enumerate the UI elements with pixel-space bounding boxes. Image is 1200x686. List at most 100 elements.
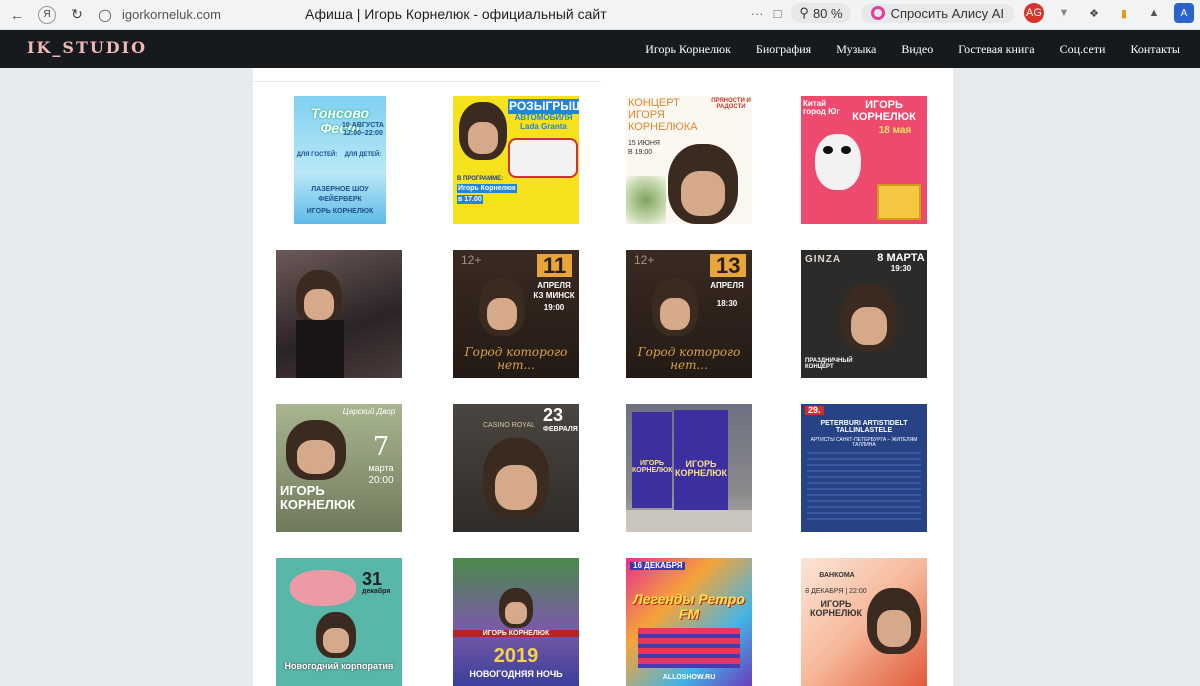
- back-icon[interactable]: ←: [6, 4, 28, 26]
- ground: [626, 510, 752, 532]
- poster-peterburi-tallinn[interactable]: 29. PETERBURI ARTISTIDELT TALLINLASTELE …: [801, 404, 927, 532]
- nav-item-contacts[interactable]: Контакты: [1130, 42, 1180, 57]
- poster-text: в 17.00: [457, 195, 483, 205]
- poster-text: 19:30: [890, 264, 912, 273]
- poster-text: КОРНЕЛЮКА: [628, 121, 698, 133]
- poster-text: 15 ИЮНЯ: [628, 140, 660, 147]
- poster-text: ФЕВРАЛЯ: [543, 426, 578, 433]
- poster-text: ИГОРЬ КОРНЕЛЮК: [852, 99, 916, 123]
- poster-text: ИГОРЬ КОРНЕЛЮК: [306, 208, 374, 215]
- poster-text: В ПРОГРАММЕ:: [457, 176, 504, 182]
- car-image: [508, 138, 578, 178]
- poster-text: 16 ДЕКАБРЯ: [630, 561, 686, 571]
- adguard-icon[interactable]: AG: [1024, 3, 1044, 23]
- nav-item-music[interactable]: Музыка: [836, 42, 876, 57]
- poster-gallery: Тонсово Фест 10 АВГУСТА 12:00–22:00 ДЛЯ …: [253, 68, 953, 686]
- poster-text: Город которого нет...: [637, 345, 741, 372]
- alice-button[interactable]: Спросить Алису AI: [860, 3, 1014, 23]
- portrait: [316, 612, 356, 658]
- zoom-control[interactable]: ⚲ 80 %: [791, 3, 851, 23]
- poster-text: 11: [537, 254, 573, 277]
- poster-text: 8 ДЕКАБРЯ | 22:00: [805, 588, 867, 595]
- poster-street-banner[interactable]: ИГОРЬ КОРНЕЛЮК ИГОРЬ КОРНЕЛЮК: [626, 404, 752, 532]
- poster-koncert-15-iyunya[interactable]: КОНЦЕРТ ИГОРЯ КОРНЕЛЮКА 15 ИЮНЯ В 19:00 …: [626, 96, 752, 224]
- poster-text: НОВОГОДНЯЯ НОЧЬ: [469, 669, 563, 679]
- nav-item-video[interactable]: Видео: [901, 42, 933, 57]
- poster-text: 12:00–22:00: [343, 130, 383, 137]
- poster-text: Игорь Корнелюк: [457, 184, 517, 194]
- poster-text: ВАНКОМА: [819, 572, 855, 579]
- portrait: [652, 278, 698, 336]
- translate-icon[interactable]: A: [1174, 3, 1194, 23]
- nav-item-guestbook[interactable]: Гостевая книга: [958, 42, 1034, 57]
- poster-tonsovo-fest[interactable]: Тонсово Фест 10 АВГУСТА 12:00–22:00 ДЛЯ …: [294, 96, 386, 224]
- reload-icon[interactable]: ↻: [66, 4, 88, 26]
- panda-eye: [841, 146, 851, 154]
- site-logo[interactable]: IK_STUDIO: [27, 38, 147, 57]
- poster-text: Китай город Юг: [803, 99, 840, 117]
- nav-item-biography[interactable]: Биография: [756, 42, 811, 57]
- more-icon[interactable]: ···: [751, 6, 764, 21]
- puzzle-icon[interactable]: ❖: [1084, 3, 1104, 23]
- poster-13-aprelya[interactable]: 12+ 13 АПРЕЛЯ 18:30 Город которого нет..…: [626, 250, 752, 378]
- poster-text: Новогодний корпоратив: [284, 661, 394, 671]
- poster-kitay-gorod-yug[interactable]: Китай город Юг ИГОРЬ КОРНЕЛЮК 18 мая: [801, 96, 927, 224]
- poster-text: 12+: [634, 253, 655, 267]
- poster-legendy-retro-fm[interactable]: 16 ДЕКАБРЯ Легенды Ретро FM ALLOSHOW.RU: [626, 558, 752, 686]
- poster-text: ИГОРЬ КОРНЕЛЮК: [809, 599, 863, 619]
- poster-text: ALLOSHOW.RU: [662, 674, 716, 681]
- poster-text: АРТИСТЫ САНКТ-ПЕТЕРБУРГА – ЖИТЕЛЯМ ТАЛЛИ…: [810, 437, 918, 449]
- browser-tools: ··· □ ⚲ 80 % Спросить Алису AI AG ▼ ❖ ▮ …: [751, 3, 1194, 23]
- pig-image: [290, 570, 356, 606]
- alice-icon: [870, 6, 885, 20]
- portrait: [459, 102, 507, 160]
- poster-text: GINZA: [805, 254, 842, 265]
- poster-text: 13: [710, 254, 747, 277]
- poster-text: 18:30: [716, 299, 738, 308]
- poster-text: ПРАЗДНИЧНЫЙ КОНЦЕРТ: [805, 358, 853, 371]
- poster-text: В 19:00: [628, 149, 653, 156]
- main-nav: Игорь Корнелюк Биография Музыка Видео Го…: [645, 30, 1180, 68]
- portrait: [479, 278, 525, 336]
- portrait: [286, 420, 346, 480]
- poster-text: 12+: [461, 253, 482, 267]
- poster-novogodnyaya-noch-2019[interactable]: ИГОРЬ КОРНЕЛЮК 2019 НОВОГОДНЯЯ НОЧЬ: [453, 558, 579, 686]
- poster-text: 2019: [493, 645, 539, 667]
- poster-text: КЗ МИНСК: [533, 291, 575, 300]
- poster-text: ДЛЯ ДЕТЕЙ:: [344, 152, 382, 158]
- yandex-icon[interactable]: Я: [38, 5, 56, 24]
- zoom-icon: ⚲: [799, 5, 809, 20]
- poster-casino-royal[interactable]: CASINO ROYAL 23 ФЕВРАЛЯ: [453, 404, 579, 532]
- address-bar[interactable]: igorkorneluk.com: [122, 7, 221, 22]
- poster-text: ЛАЗЕРНОЕ ШОУ: [311, 186, 369, 193]
- shirt-icon[interactable]: ▲: [1144, 3, 1164, 23]
- poster-novogodniy-korporativ[interactable]: 31 декабря Новогодний корпоратив: [276, 558, 402, 686]
- adguard-badge: AG: [1026, 7, 1042, 19]
- lineup-list: [807, 452, 921, 524]
- poster-text: Город которого нет...: [464, 345, 568, 372]
- bookmark-icon[interactable]: □: [774, 6, 782, 21]
- portrait: [483, 438, 549, 518]
- nav-item-korneluk[interactable]: Игорь Корнелюк: [645, 42, 731, 57]
- poster-minsk-11-aprelya[interactable]: 12+ 11 АПРЕЛЯ КЗ МИНСК 19:00 Город котор…: [453, 250, 579, 378]
- poster-tsarskiy-dvor[interactable]: Царский Двор 7 марта 20:00 ИГОРЬ КОРНЕЛЮ…: [276, 404, 402, 532]
- poster-live-performance[interactable]: [276, 250, 402, 378]
- divider: [253, 81, 601, 82]
- poster-text: АПРЕЛЯ: [537, 281, 571, 290]
- poster-vankoma-8-dekabrya[interactable]: ВАНКОМА 8 ДЕКАБРЯ | 22:00 ИГОРЬ КОРНЕЛЮК: [801, 558, 927, 686]
- gift-image: [877, 184, 921, 220]
- download-icon[interactable]: ▼: [1054, 3, 1074, 23]
- site-header: IK_STUDIO Игорь Корнелюк Биография Музык…: [0, 30, 1200, 68]
- nav-item-social[interactable]: Соц.сети: [1060, 42, 1106, 57]
- alice-label: Спросить Алису AI: [890, 5, 1004, 21]
- poster-text: ИГОРЬ КОРНЕЛЮК: [674, 459, 728, 479]
- poster-text: РОЗЫГРЫШ: [508, 99, 579, 114]
- poster-text: марта: [368, 463, 394, 473]
- poster-lada-granta[interactable]: РОЗЫГРЫШ АВТОМОБИЛЯ Lada Granta В ПРОГРА…: [453, 96, 579, 224]
- poster-ginza-8-marta[interactable]: GINZA 8 МАРТА 19:30 ПРАЗДНИЧНЫЙ КОНЦЕРТ: [801, 250, 927, 378]
- poster-text: Легенды Ретро FM: [633, 591, 745, 622]
- shield-icon: ◯: [98, 7, 112, 22]
- leaf-decoration: [626, 176, 666, 224]
- poster-text: Царский Двор: [342, 407, 396, 416]
- poster-text: 10 АВГУСТА: [342, 122, 384, 129]
